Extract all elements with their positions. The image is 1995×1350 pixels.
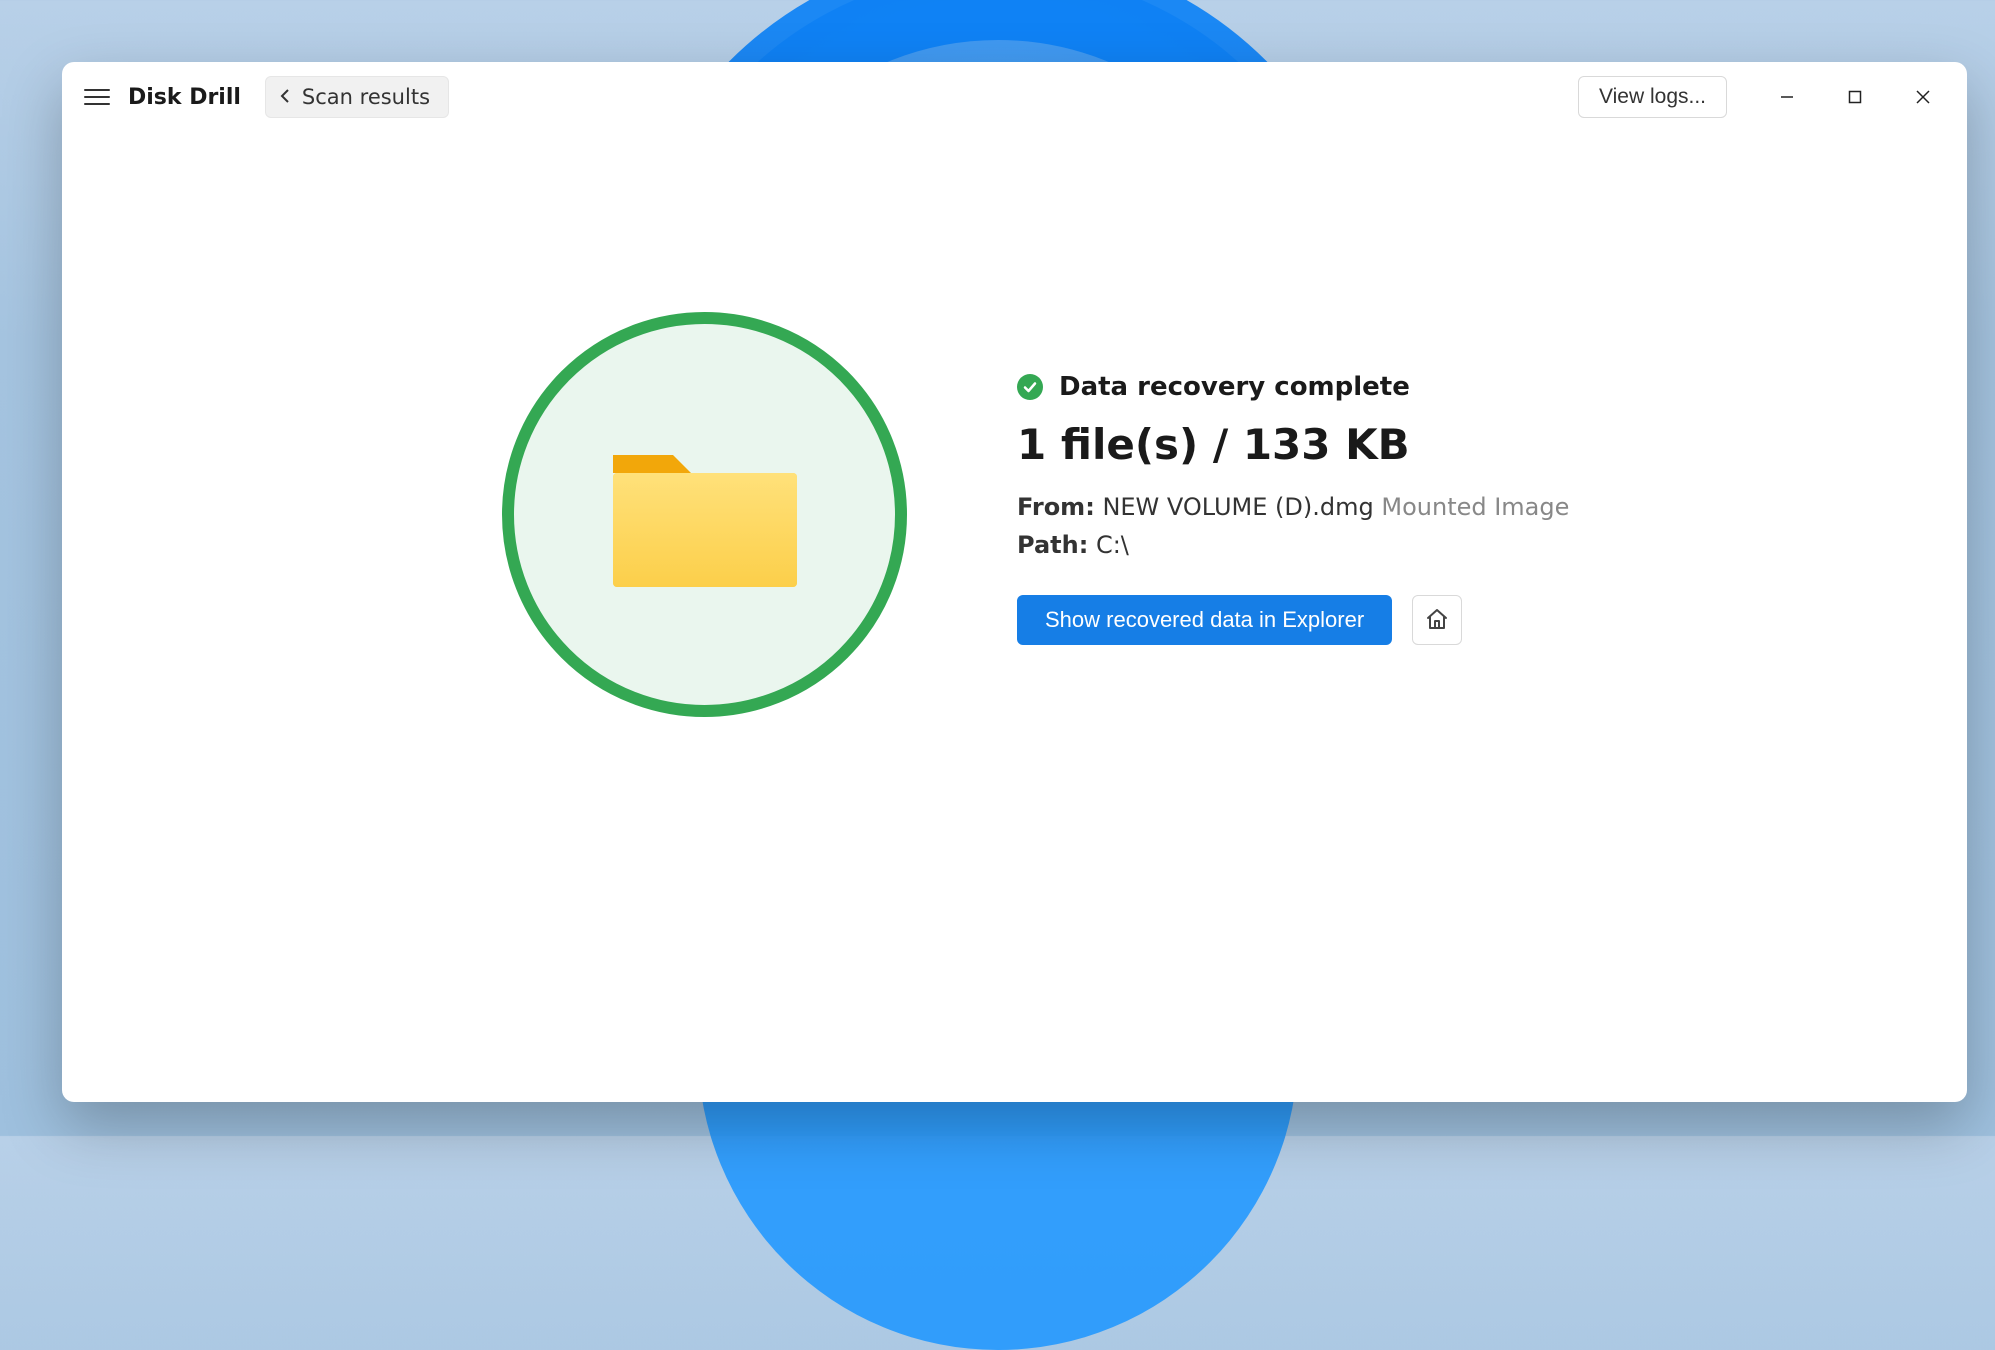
from-label: From: xyxy=(1017,493,1095,521)
close-button[interactable] xyxy=(1889,72,1957,122)
content-area: Data recovery complete 1 file(s) / 133 K… xyxy=(62,132,1967,1102)
from-value: NEW VOLUME (D).dmg xyxy=(1102,493,1373,521)
action-row: Show recovered data in Explorer xyxy=(1017,595,1887,645)
status-text: Data recovery complete xyxy=(1059,372,1410,402)
path-label: Path: xyxy=(1017,531,1088,559)
success-illustration xyxy=(502,312,907,717)
path-row: Path: C:\ xyxy=(1017,531,1887,559)
hamburger-menu-icon[interactable] xyxy=(82,82,112,112)
app-window: Disk Drill Scan results View logs... xyxy=(62,62,1967,1102)
from-type: Mounted Image xyxy=(1381,493,1569,521)
view-logs-button[interactable]: View logs... xyxy=(1578,76,1727,118)
minimize-button[interactable] xyxy=(1753,72,1821,122)
show-in-explorer-button[interactable]: Show recovered data in Explorer xyxy=(1017,595,1392,645)
window-controls xyxy=(1753,72,1957,122)
status-line: Data recovery complete xyxy=(1017,372,1887,402)
result-panel: Data recovery complete 1 file(s) / 133 K… xyxy=(1017,312,1887,645)
path-value: C:\ xyxy=(1096,531,1129,559)
from-row: From: NEW VOLUME (D).dmg Mounted Image xyxy=(1017,493,1887,521)
home-icon xyxy=(1425,607,1449,634)
maximize-button[interactable] xyxy=(1821,72,1889,122)
folder-icon xyxy=(605,435,805,595)
home-button[interactable] xyxy=(1412,595,1462,645)
recovery-summary: 1 file(s) / 133 KB xyxy=(1017,420,1887,469)
chevron-left-icon xyxy=(278,85,294,109)
check-circle-icon xyxy=(1017,374,1043,400)
success-circle xyxy=(502,312,907,717)
titlebar: Disk Drill Scan results View logs... xyxy=(62,62,1967,132)
app-title: Disk Drill xyxy=(128,85,241,110)
back-scan-results-button[interactable]: Scan results xyxy=(265,76,449,118)
back-label: Scan results xyxy=(302,85,430,109)
